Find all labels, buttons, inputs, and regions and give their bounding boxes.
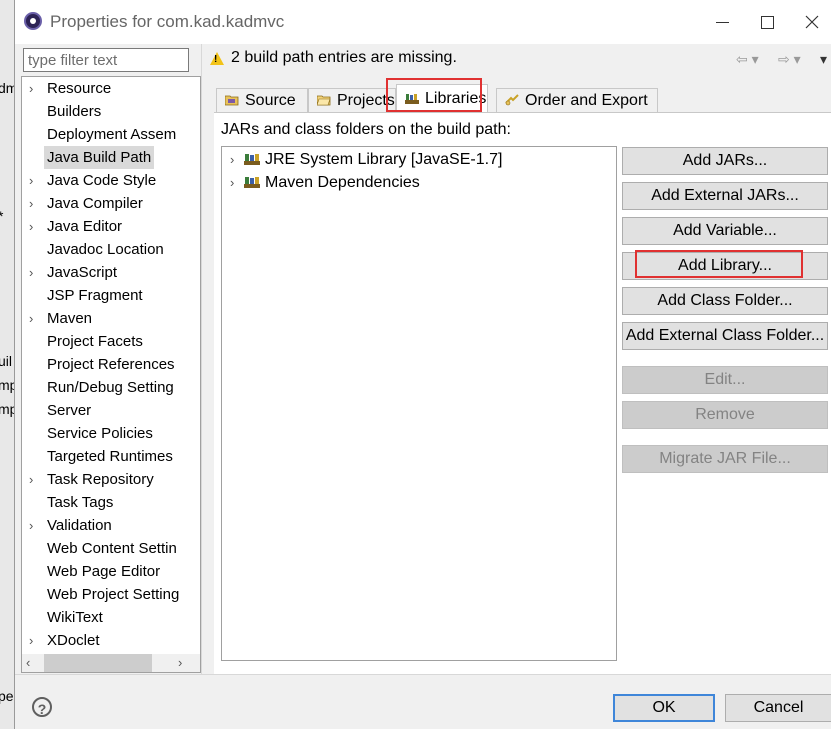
add-external-jars-button[interactable]: Add External JARs...: [622, 182, 828, 210]
close-icon: [805, 15, 819, 29]
chevron-right-icon[interactable]: ›: [29, 169, 33, 192]
scrollbar-thumb[interactable]: [44, 654, 152, 672]
minimize-button[interactable]: [700, 8, 744, 36]
back-arrow-icon[interactable]: ⇦ ▾: [736, 51, 759, 68]
tab-order-and-export[interactable]: Order and Export: [496, 88, 658, 112]
background-text: mp: [0, 377, 14, 393]
background-text: pe: [0, 688, 14, 704]
add-external-class-folder-button[interactable]: Add External Class Folder...: [622, 322, 828, 350]
close-button[interactable]: [790, 8, 831, 36]
library-icon: [244, 154, 260, 165]
ok-button[interactable]: OK: [613, 694, 715, 722]
chevron-right-icon[interactable]: ›: [29, 307, 33, 330]
order-export-icon: [505, 94, 519, 106]
migrate-jar-button[interactable]: Migrate JAR File...: [622, 445, 828, 473]
message-area: ! 2 build path entries are missing. ⇦ ▾ …: [208, 44, 831, 74]
background-text: uil: [0, 353, 13, 369]
scroll-right-icon[interactable]: ›: [178, 654, 182, 672]
chevron-right-icon[interactable]: ›: [230, 171, 234, 194]
edit-button[interactable]: Edit...: [622, 366, 828, 394]
projects-folder-icon: [317, 95, 331, 106]
remove-button[interactable]: Remove: [622, 401, 828, 429]
pane-splitter[interactable]: [201, 44, 202, 674]
background-text: mp: [0, 401, 14, 417]
highlight-box: [386, 78, 482, 112]
chevron-right-icon[interactable]: ›: [29, 629, 33, 652]
forward-arrow-icon[interactable]: ⇨ ▾: [778, 51, 801, 68]
highlight-box: [635, 250, 803, 278]
horizontal-scrollbar[interactable]: ‹ ›: [21, 654, 201, 673]
panel-label: JARs and class folders on the build path…: [221, 121, 511, 138]
build-path-entries[interactable]: › JRE System Library [JavaSE-1.7] › Mave…: [221, 146, 617, 661]
add-jars-button[interactable]: Add JARs...: [622, 147, 828, 175]
chevron-right-icon[interactable]: ›: [29, 192, 33, 215]
background-window: dm * uil mp mp pe: [0, 0, 15, 729]
chevron-right-icon[interactable]: ›: [230, 148, 234, 171]
background-text: dm: [0, 80, 14, 96]
chevron-right-icon[interactable]: ›: [29, 514, 33, 537]
eclipse-icon: [24, 12, 42, 30]
chevron-right-icon[interactable]: ›: [29, 77, 33, 100]
properties-dialog: Properties for com.kad.kadmvc ›Resource …: [14, 0, 831, 729]
warning-mark-icon: !: [214, 54, 218, 65]
view-menu-icon[interactable]: ▾: [820, 51, 827, 68]
chevron-right-icon[interactable]: ›: [29, 468, 33, 491]
background-text: *: [0, 208, 3, 224]
footer-divider: [15, 674, 831, 675]
tab-bar: Source Projects Libraries Order and Expo…: [208, 76, 831, 112]
libraries-panel: JARs and class folders on the build path…: [214, 112, 831, 675]
tab-source[interactable]: Source: [216, 88, 308, 112]
filter-input[interactable]: [23, 48, 189, 72]
help-button[interactable]: ?: [32, 697, 52, 717]
status-message: 2 build path entries are missing.: [231, 49, 457, 66]
scroll-left-icon[interactable]: ‹: [26, 654, 30, 672]
window-title: Properties for com.kad.kadmvc: [50, 12, 285, 31]
title-bar: Properties for com.kad.kadmvc: [15, 0, 831, 44]
chevron-right-icon[interactable]: ›: [29, 261, 33, 284]
chevron-right-icon[interactable]: ›: [29, 215, 33, 238]
property-page-tree[interactable]: › Resource Builders Deployment Assem Java…: [21, 76, 201, 656]
source-folder-icon: [225, 95, 239, 106]
cancel-button[interactable]: Cancel: [725, 694, 831, 722]
library-icon: [244, 177, 260, 188]
add-variable-button[interactable]: Add Variable...: [622, 217, 828, 245]
maximize-button[interactable]: [745, 8, 789, 36]
tab-projects[interactable]: Projects: [308, 88, 396, 112]
add-class-folder-button[interactable]: Add Class Folder...: [622, 287, 828, 315]
